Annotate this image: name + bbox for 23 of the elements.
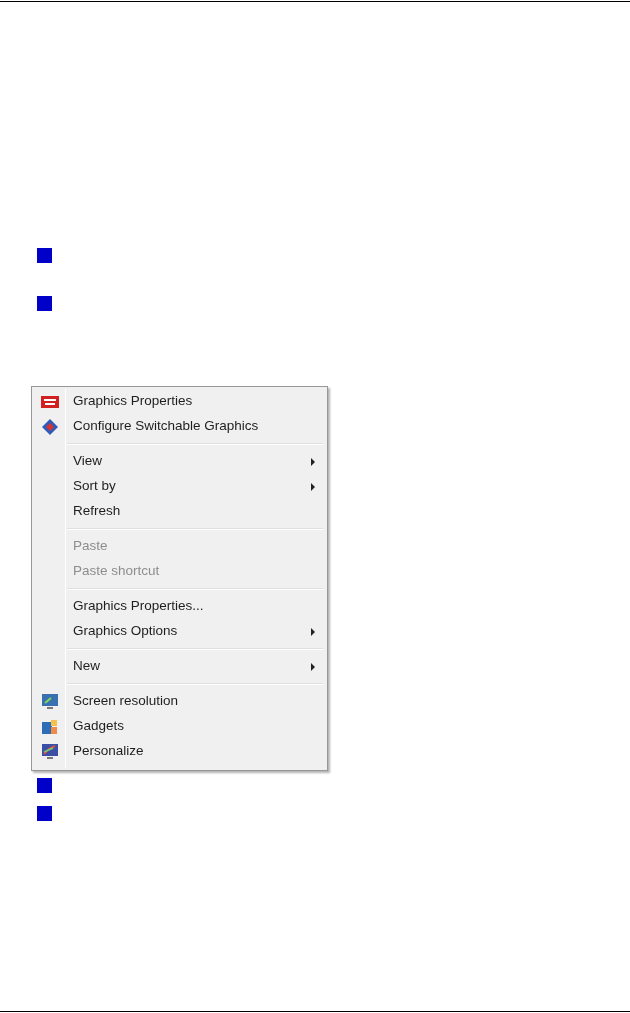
menu-item[interactable]: Graphics Properties [34,389,323,414]
monitor-icon [40,692,59,711]
menu-item[interactable]: Refresh [34,499,323,524]
menu-item[interactable]: Screen resolution [34,689,323,714]
menu-item[interactable]: Sort by [34,474,323,499]
menu-item[interactable]: Personalize [34,739,323,764]
menu-item[interactable]: Configure Switchable Graphics [34,414,323,439]
submenu-arrow-icon [311,628,315,636]
menu-item[interactable]: Graphics Options [34,619,323,644]
bullet-square [37,806,52,821]
submenu-arrow-icon [311,483,315,491]
menu-item[interactable]: Gadgets [34,714,323,739]
menu-item[interactable]: View [34,449,323,474]
menu-item[interactable]: New [34,654,323,679]
diamond-icon [40,417,59,436]
submenu-arrow-icon [311,663,315,671]
submenu-arrow-icon [311,458,315,466]
gadgets-icon [40,717,59,736]
bullet-square [37,296,52,311]
bullet-square [37,778,52,793]
bullet-square [37,248,52,263]
menu-item[interactable]: Graphics Properties... [34,594,323,619]
monitor-icon [40,742,59,761]
